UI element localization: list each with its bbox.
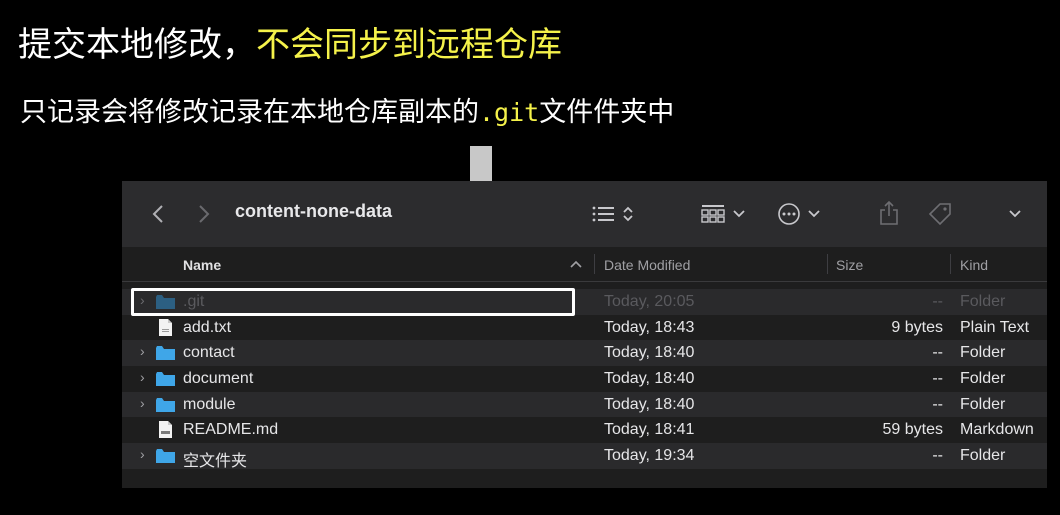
file-kind: Folder (960, 447, 1006, 465)
file-date: Today, 19:34 (604, 447, 695, 465)
file-size: -- (932, 344, 943, 362)
disclosure-chevron-icon[interactable]: › (140, 369, 145, 385)
file-row-add-txt[interactable]: add.txt Today, 18:43 9 bytes Plain Text (122, 315, 1047, 341)
file-kind: Folder (960, 370, 1006, 388)
tag-icon[interactable] (927, 201, 953, 227)
text-file-icon (159, 318, 172, 336)
file-size: 9 bytes (891, 318, 943, 336)
folder-icon (156, 449, 175, 464)
finder-toolbar: content-none-data (122, 181, 1047, 248)
file-date: Today, 18:43 (604, 318, 695, 336)
folder-icon (156, 372, 175, 387)
file-size: -- (932, 447, 943, 465)
expand-icon[interactable] (1008, 203, 1022, 225)
disclosure-chevron-icon[interactable]: › (140, 446, 145, 462)
file-date: Today, 18:41 (604, 421, 695, 439)
list-view-icon[interactable] (592, 201, 634, 227)
file-kind: Folder (960, 395, 1006, 413)
subline-code: .git (479, 98, 540, 127)
folder-icon (156, 346, 175, 361)
folder-icon (156, 397, 175, 412)
sort-ascending-icon (570, 260, 582, 268)
subline-part1: 只记录会将修改记录在本地仓库副本的 (20, 97, 479, 128)
file-row-document[interactable]: › document Today, 18:40 -- Folder (122, 366, 1047, 392)
column-date[interactable]: Date Modified (604, 257, 690, 273)
column-size[interactable]: Size (836, 257, 863, 273)
share-icon[interactable] (878, 200, 900, 226)
group-icon[interactable] (701, 201, 746, 227)
file-name: module (183, 395, 236, 413)
file-row-readme[interactable]: README.md Today, 18:41 59 bytes Markdown (122, 417, 1047, 443)
more-options-icon[interactable] (777, 201, 821, 227)
file-row-module[interactable]: › module Today, 18:40 -- Folder (122, 391, 1047, 418)
file-date: Today, 18:40 (604, 395, 695, 413)
file-name: contact (183, 344, 235, 362)
git-folder-highlight-box (131, 288, 575, 316)
headline-part2: 不会同步到远程仓库 (256, 25, 562, 65)
file-kind: Folder (960, 344, 1006, 362)
file-size: -- (932, 293, 943, 310)
file-size: -- (932, 370, 943, 388)
slide-headline: 提交本地修改，不会同步到远程仓库 (18, 22, 562, 68)
file-name: README.md (183, 421, 279, 439)
subline-part2: 文件件夹中 (539, 97, 675, 128)
file-kind: Markdown (960, 421, 1034, 439)
file-name: 空文件夹 (183, 453, 248, 471)
column-name[interactable]: Name (183, 257, 221, 273)
slide-subline: 只记录会将修改记录在本地仓库副本的.git文件件夹中 (20, 94, 674, 132)
file-date: Today, 18:40 (604, 370, 695, 388)
column-header: Name Date Modified Size Kind (122, 247, 1047, 282)
headline-part1: 提交本地修改， (18, 25, 256, 65)
file-date: Today, 20:05 (604, 293, 695, 310)
file-size: -- (932, 395, 943, 413)
file-size: 59 bytes (882, 421, 943, 439)
file-row-empty-folder[interactable]: › 空文件夹 Today, 19:34 -- Folder (122, 443, 1047, 471)
file-date: Today, 18:40 (604, 344, 695, 362)
window-title: content-none-data (235, 201, 392, 221)
file-kind: Plain Text (960, 318, 1030, 336)
forward-icon[interactable] (192, 199, 216, 229)
file-kind: Folder (960, 293, 1006, 310)
disclosure-chevron-icon[interactable]: › (140, 343, 145, 359)
file-row-contact[interactable]: › contact Today, 18:40 -- Folder (122, 340, 1047, 367)
file-name: document (183, 370, 254, 388)
column-kind[interactable]: Kind (960, 257, 988, 273)
markdown-file-icon (159, 421, 172, 439)
file-name: add.txt (183, 318, 232, 336)
back-icon[interactable] (146, 199, 170, 229)
finder-window: content-none-data Name Date Modified Siz… (122, 181, 1047, 488)
disclosure-chevron-icon[interactable]: › (140, 395, 145, 411)
